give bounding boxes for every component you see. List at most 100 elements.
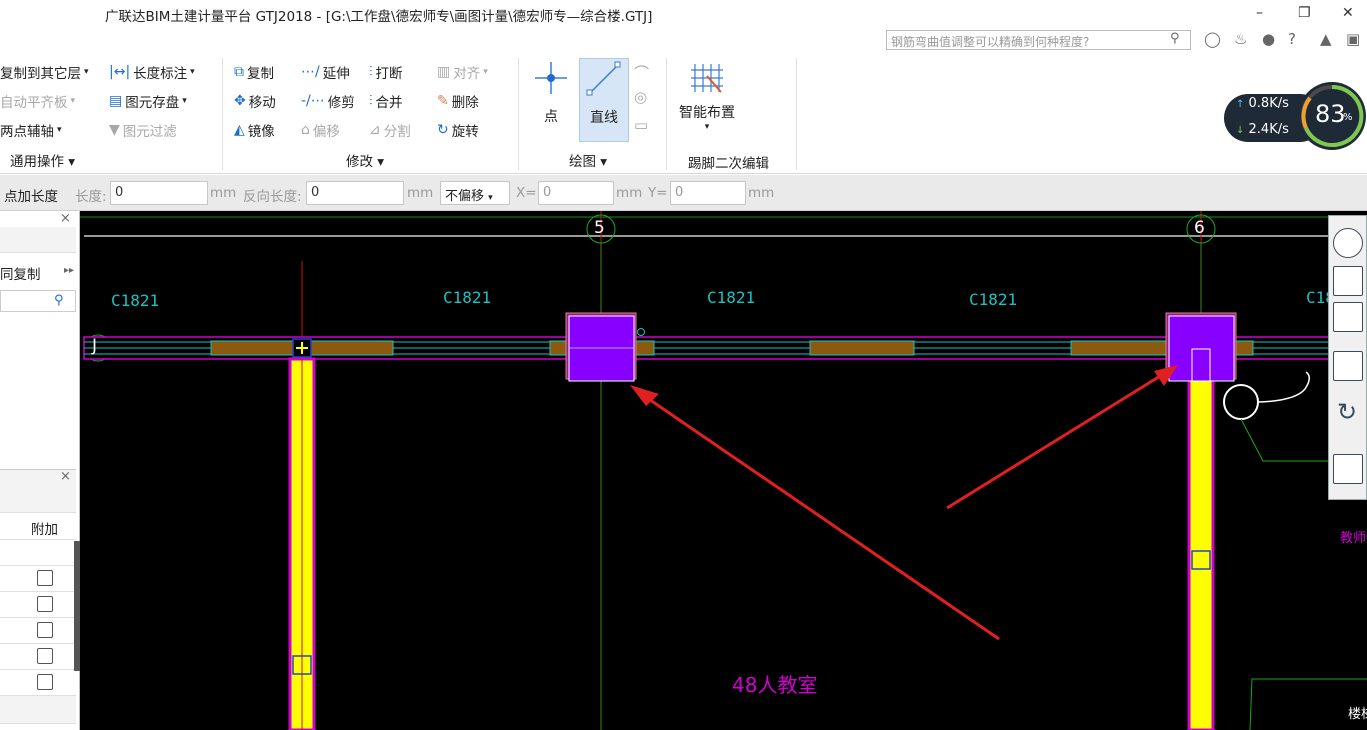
table-row	[0, 618, 76, 644]
panel2-close-icon[interactable]: ×	[60, 469, 71, 484]
window-title: 广联达BIM土建计量平台 GTJ2018 - [G:\工作盘\德宏师专\画图计量…	[105, 9, 653, 25]
title-bar: 广联达BIM土建计量平台 GTJ2018 - [G:\工作盘\德宏师专\画图计量…	[0, 0, 1367, 52]
view-toolbar: ↻	[1328, 215, 1367, 500]
align-icon: ▥	[437, 64, 451, 80]
split-button[interactable]: ⊿ 分割	[369, 120, 411, 140]
separator	[222, 58, 223, 170]
column-header-attach: 附加	[31, 522, 58, 538]
align-label: 对齐	[453, 66, 481, 82]
x-input[interactable]: 0	[538, 181, 614, 205]
top-view-icon[interactable]	[1333, 302, 1363, 332]
delete-label: 删除	[451, 95, 479, 111]
draw-options-bar: 点加长度 长度: 0 mm 反向长度: 0 mm 不偏移 ▾ X= 0 mm Y…	[0, 175, 1367, 211]
y-unit: mm	[748, 185, 775, 201]
length-label: 长度:	[75, 189, 107, 205]
download-arrow-icon: ↓	[1236, 125, 1245, 136]
copy-label[interactable]: 同复制	[0, 263, 41, 283]
merge-button[interactable]: ⫶ 合并	[369, 91, 403, 111]
move-button[interactable]: ✥ 移动	[234, 91, 276, 111]
extend-button[interactable]: ⋯/延伸	[301, 62, 350, 82]
eraser-icon: ✎	[437, 93, 449, 109]
element-filter-button[interactable]: ▼ 图元过滤	[109, 120, 177, 140]
group-label-modify: 修改 ▾	[346, 154, 385, 170]
bell-icon[interactable]: ♨	[1234, 30, 1247, 48]
search-icon[interactable]: ⚲	[1170, 31, 1180, 46]
copy-to-layer-button[interactable]: 复制到其它层 ▾	[0, 62, 89, 82]
window-label: C1821	[443, 288, 492, 307]
table-row	[0, 592, 76, 618]
table-row	[0, 670, 76, 696]
rotate-view-icon[interactable]: ↻	[1337, 398, 1357, 426]
box-view-icon[interactable]	[1333, 351, 1363, 381]
length-dim-label: 长度标注	[133, 66, 188, 82]
attach-checkbox[interactable]	[37, 622, 53, 638]
line-label: 直线	[590, 110, 618, 126]
delete-button[interactable]: ✎ 删除	[437, 91, 479, 111]
arc-icon[interactable]: ⌒	[634, 62, 649, 83]
smart-layout-button[interactable]: 智能布置 ▾	[674, 58, 740, 146]
copy-button[interactable]: ⧉ 复制	[234, 62, 274, 82]
group-draw-text: 绘图	[569, 154, 596, 170]
close-button[interactable]: ✕	[1342, 5, 1354, 21]
axis-label-j: J	[92, 336, 98, 356]
window-label: C1821	[969, 290, 1018, 309]
3d-view-icon[interactable]	[1333, 266, 1363, 296]
room-label-bottom-right: 楼梯	[1348, 707, 1367, 722]
table-row	[0, 696, 76, 724]
minimize-button[interactable]: –	[1256, 5, 1263, 21]
rectangle-icon[interactable]: ▭	[634, 116, 648, 134]
help-icon[interactable]: ?	[1288, 30, 1296, 48]
chat-icon[interactable]: ●	[1262, 30, 1275, 48]
y-input[interactable]: 0	[670, 181, 746, 205]
auto-align-label: 自动平齐板	[0, 95, 68, 111]
break-button[interactable]: ⫶ 打断	[369, 62, 403, 82]
break-icon: ⫶	[369, 64, 373, 80]
trim-label: 修剪	[327, 95, 355, 111]
drawing-canvas[interactable]: 5 6 J C1821 C1821 C1821 C1821 C18 48人教室 …	[80, 211, 1367, 730]
mirror-button[interactable]: ◭ 镜像	[234, 120, 275, 140]
move-label: 移动	[248, 95, 276, 111]
save-element-label: 图元存盘	[125, 95, 180, 111]
table-row	[0, 540, 76, 566]
length-unit: mm	[210, 185, 237, 201]
help-search-input[interactable]: 钢筋弯曲值调整可以精确到何种程度?	[886, 30, 1191, 50]
cpu-percent: 83	[1315, 100, 1346, 128]
auto-align-button[interactable]: 自动平齐板 ▾	[0, 91, 75, 111]
length-input[interactable]: 0	[110, 181, 208, 205]
two-point-axis-button[interactable]: 两点辅轴 ▾	[0, 120, 62, 140]
orbit-icon[interactable]	[1333, 228, 1363, 258]
window-mode-icon[interactable]: ▣	[1346, 30, 1360, 48]
expand-icon[interactable]: ▸▸	[64, 265, 74, 276]
filter-input[interactable]	[0, 290, 76, 312]
attach-checkbox[interactable]	[37, 596, 53, 612]
trim-button[interactable]: -/⋯ 修剪	[301, 91, 355, 111]
point-add-length-label: 点加长度	[4, 189, 58, 205]
attach-checkbox[interactable]	[37, 570, 53, 586]
group-common-text: 通用操作	[10, 154, 64, 170]
attach-checkbox[interactable]	[37, 674, 53, 690]
two-point-axis-label: 两点辅轴	[0, 124, 54, 140]
circle-icon[interactable]: ◎	[634, 88, 647, 106]
user-icon[interactable]: ◯	[1204, 30, 1221, 48]
layers-icon[interactable]	[1333, 454, 1363, 484]
room-label-right: 教师休	[1340, 531, 1367, 546]
line-icon	[586, 61, 621, 96]
rotate-button[interactable]: ↻ 旋转	[437, 120, 479, 140]
line-button[interactable]: 直线	[579, 58, 629, 142]
point-button[interactable]: 点	[528, 58, 574, 142]
upload-value: 0.8K/s	[1248, 96, 1289, 111]
save-element-button[interactable]: ▤ 图元存盘 ▾	[109, 91, 187, 111]
align-button[interactable]: ▥ 对齐 ▾	[437, 62, 488, 82]
copy-icon: ⧉	[234, 64, 244, 80]
attach-checkbox[interactable]	[37, 648, 53, 664]
restore-button[interactable]: ❐	[1298, 5, 1311, 21]
element-filter-label: 图元过滤	[122, 124, 177, 140]
reverse-length-input[interactable]: 0	[306, 181, 404, 205]
panel-header	[0, 227, 76, 253]
offset-select[interactable]: 不偏移 ▾	[440, 181, 510, 205]
shirt-icon[interactable]: ▲	[1320, 30, 1332, 48]
offset-button[interactable]: ⌂ 偏移	[301, 120, 340, 140]
length-dim-button[interactable]: |↔| 长度标注 ▾	[109, 62, 195, 82]
search-icon[interactable]: ⚲	[54, 293, 64, 308]
panel-close-icon[interactable]: ×	[60, 211, 71, 226]
